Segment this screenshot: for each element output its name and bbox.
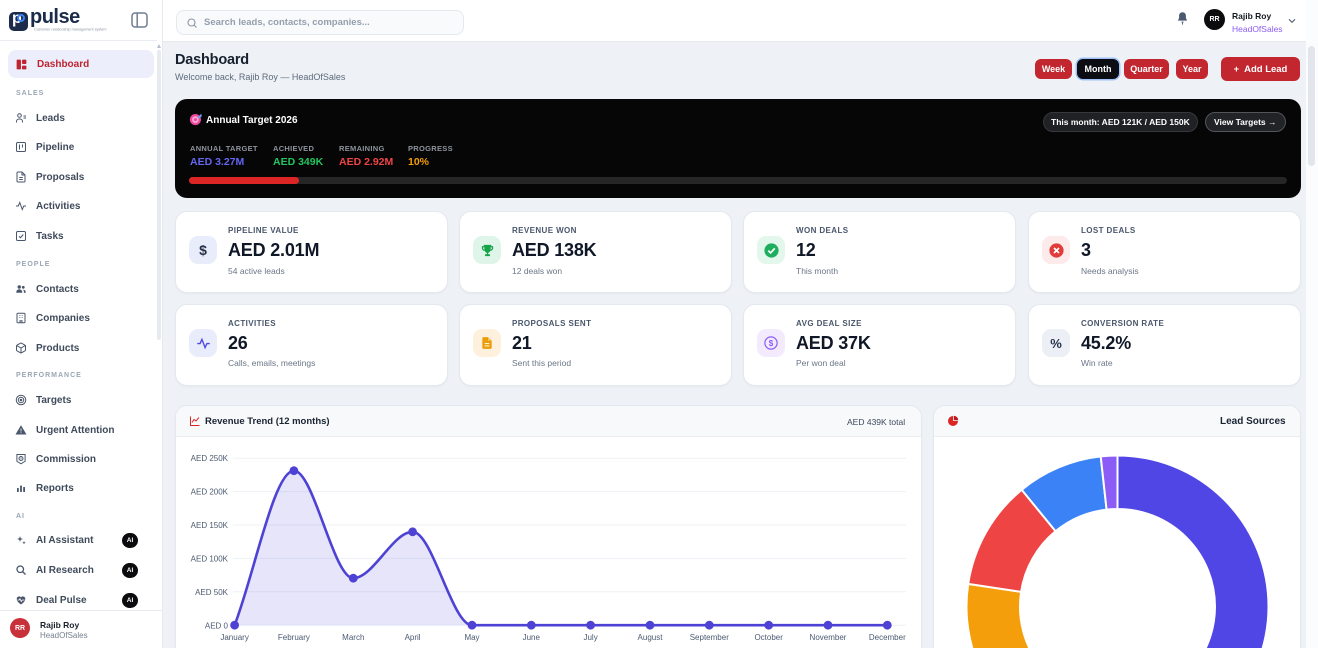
- svg-text:AED 100K: AED 100K: [191, 555, 229, 564]
- svg-text:June: June: [523, 633, 541, 642]
- svg-text:February: February: [278, 633, 310, 642]
- svg-text:AED 250K: AED 250K: [191, 454, 229, 463]
- svg-text:AED 0: AED 0: [205, 622, 229, 631]
- svg-text:July: July: [583, 633, 597, 642]
- svg-text:November: November: [810, 633, 847, 642]
- svg-text:AED 150K: AED 150K: [191, 521, 229, 530]
- svg-text:December: December: [869, 633, 906, 642]
- svg-text:September: September: [690, 633, 729, 642]
- svg-text:January: January: [220, 633, 248, 642]
- svg-text:April: April: [405, 633, 421, 642]
- svg-text:$: $: [769, 339, 774, 348]
- svg-text:AED 50K: AED 50K: [195, 588, 229, 597]
- svg-text:May: May: [464, 633, 479, 642]
- svg-text:August: August: [638, 633, 664, 642]
- svg-text:October: October: [754, 633, 783, 642]
- svg-text:March: March: [342, 633, 364, 642]
- svg-text:AED 200K: AED 200K: [191, 488, 229, 497]
